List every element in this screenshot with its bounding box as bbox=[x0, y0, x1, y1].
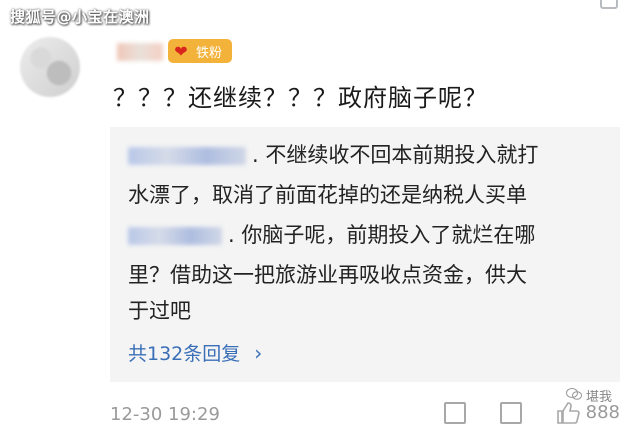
reply-username-blurred[interactable] bbox=[128, 227, 222, 245]
partial-square-icon bbox=[600, 0, 618, 9]
like-button[interactable]: 888 bbox=[556, 402, 620, 428]
reply-1-line-1: . 不继续收不回本前期投入就打 bbox=[128, 141, 538, 169]
comment-actions: 888 bbox=[443, 402, 620, 428]
reply-text: . 不继续收不回本前期投入就打 bbox=[252, 143, 539, 167]
comment-icon[interactable] bbox=[499, 402, 522, 424]
heart-gift-icon: ❤ bbox=[174, 41, 188, 61]
avatar[interactable] bbox=[20, 37, 80, 97]
comment-timestamp: 12-30 19:29 bbox=[110, 404, 220, 425]
reply-1-line-2: 水漂了，取消了前面花掉的还是纳税人买单 bbox=[128, 183, 527, 207]
username-blurred[interactable] bbox=[117, 43, 163, 61]
reply-2-line-1: . 你脑子呢，前期投入了就烂在哪 bbox=[128, 221, 535, 249]
more-replies-link[interactable]: 共132条回复 › bbox=[128, 339, 262, 366]
reply-2-line-2: 里？借助这一把旅游业再吸收点资金，供大 bbox=[128, 263, 527, 287]
reply-text: . 你脑子呢，前期投入了就烂在哪 bbox=[228, 223, 536, 247]
replies-box[interactable]: . 不继续收不回本前期投入就打 水漂了，取消了前面花掉的还是纳税人买单 . 你脑… bbox=[110, 127, 620, 382]
share-icon[interactable] bbox=[443, 402, 466, 424]
fan-badge-label: 铁粉 bbox=[196, 45, 223, 61]
reply-2-line-3: 于过吧 bbox=[128, 299, 191, 323]
top-partial-toolbar bbox=[600, 0, 618, 9]
chevron-right-icon: › bbox=[254, 340, 263, 365]
comment-text: ？？？还继续？？？政府脑子呢？ bbox=[113, 84, 488, 112]
thumbs-up-icon bbox=[556, 402, 580, 428]
fan-badge: ❤ 铁粉 bbox=[168, 39, 232, 63]
watermark-text: 搜狐号@小宝在澳洲 bbox=[10, 8, 150, 26]
like-count: 888 bbox=[585, 402, 620, 423]
reply-username-blurred[interactable] bbox=[128, 147, 246, 165]
more-replies-label: 共132条回复 bbox=[128, 343, 241, 365]
